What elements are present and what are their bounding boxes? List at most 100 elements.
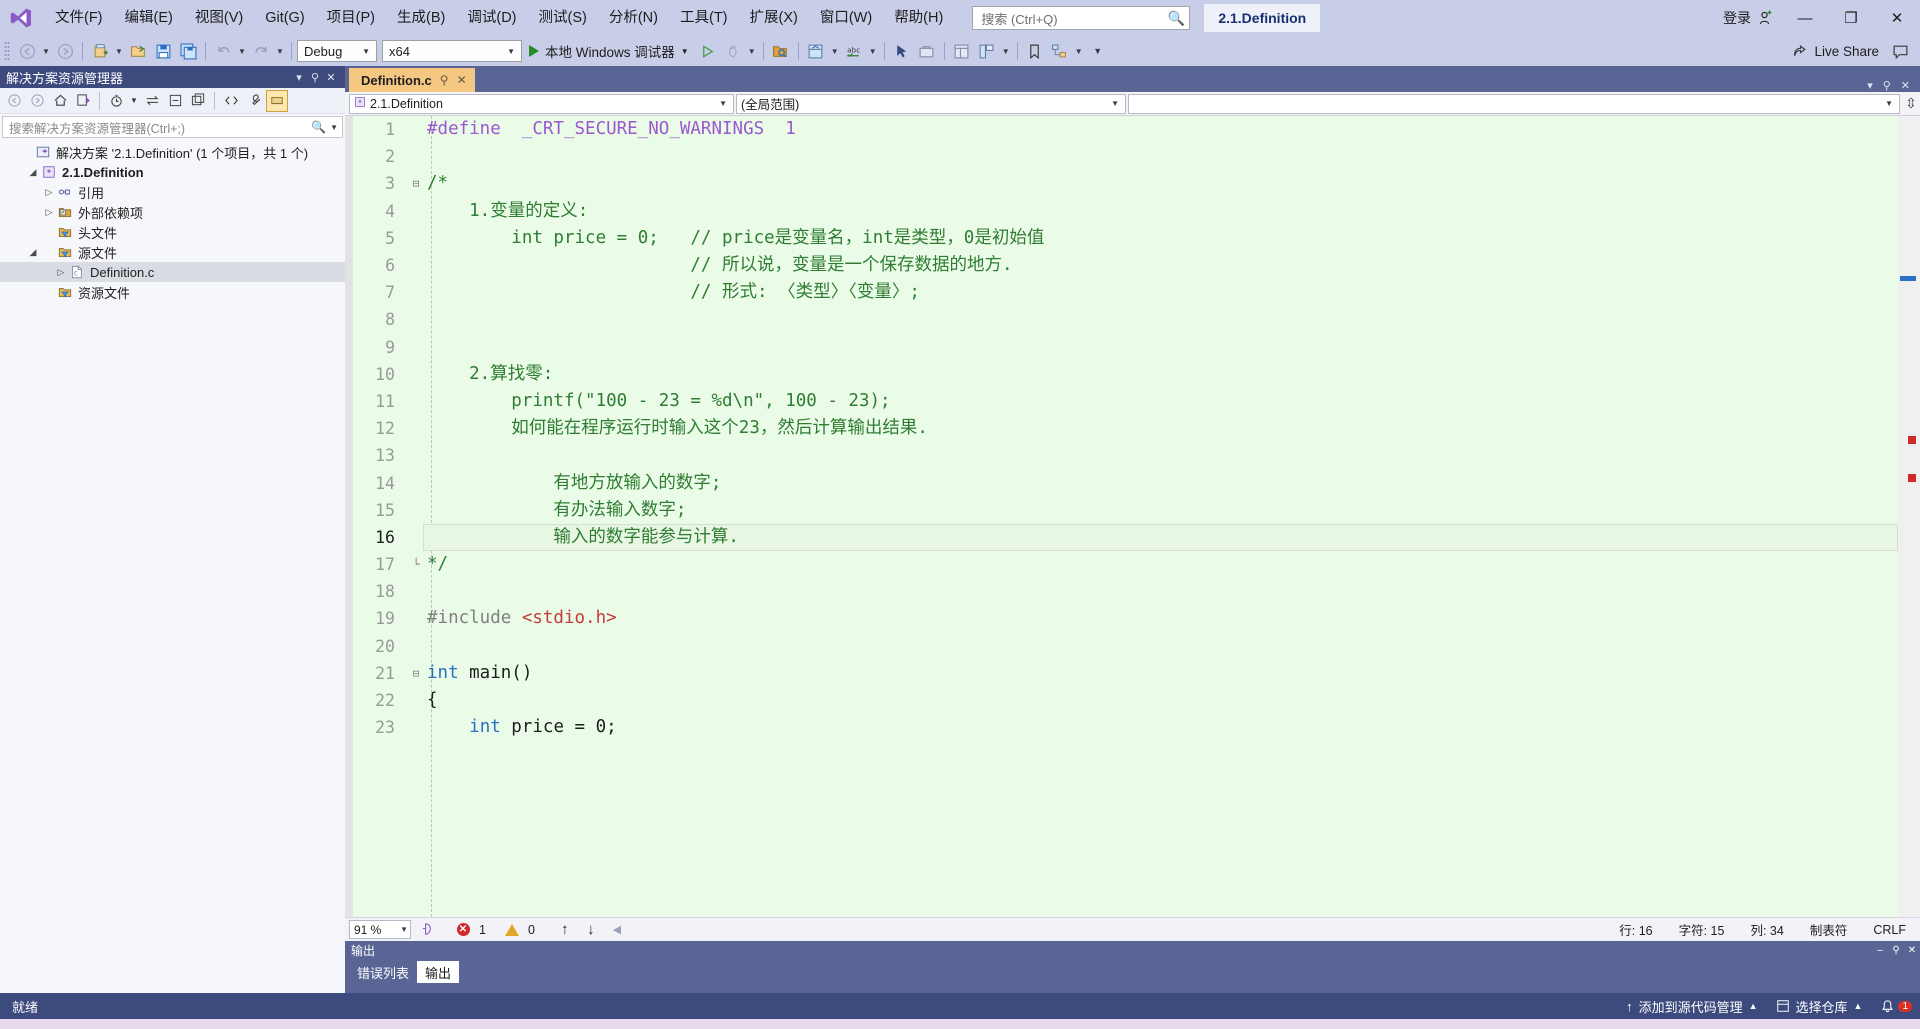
toolbox-icon[interactable]	[915, 39, 939, 63]
pin-icon[interactable]: ⚲	[307, 71, 323, 84]
toolbar-overflow-icon[interactable]: ▼	[1086, 39, 1110, 63]
scroll-thumb[interactable]	[1900, 276, 1916, 281]
search-icon[interactable]: 🔍	[311, 120, 326, 134]
sign-in-button[interactable]: 登录	[1713, 8, 1782, 28]
tree-node-source-files[interactable]: ◢ 源文件	[0, 242, 345, 262]
tree-node-header-files[interactable]: ▷ 头文件	[0, 222, 345, 242]
navigate-forward-button[interactable]	[53, 39, 77, 63]
split-editor-icon[interactable]: ⇳	[1902, 95, 1920, 112]
code-line-current[interactable]: 16 输入的数字能参与计算.	[353, 523, 1898, 551]
view-code-icon[interactable]	[220, 90, 242, 112]
feedback-icon[interactable]	[1888, 39, 1912, 63]
code-line[interactable]: 7 // 形式: 〈类型〉〈变量〉;	[353, 279, 1898, 306]
comment-icon[interactable]: abc	[842, 39, 866, 63]
new-project-dropdown-icon[interactable]: ▼	[113, 39, 125, 63]
select-repository-button[interactable]: 选择仓库 ▲	[1776, 997, 1862, 1016]
solution-title-tab[interactable]: 2.1.Definition	[1204, 4, 1321, 32]
properties-window-icon[interactable]	[950, 39, 974, 63]
menu-item-project[interactable]: 项目(P)	[316, 5, 386, 31]
live-share-button[interactable]: Live Share	[1783, 43, 1887, 60]
code-line[interactable]: 1 #define _CRT_SECURE_NO_WARNINGS 1	[353, 116, 1898, 143]
menu-item-window[interactable]: 窗口(W)	[809, 5, 883, 31]
properties-icon[interactable]	[243, 90, 265, 112]
editor-pin-icon[interactable]: ⚲	[1883, 79, 1891, 92]
intellisense-icon[interactable]	[417, 922, 437, 937]
code-line[interactable]: 5 int price = 0; // price是变量名，int是类型，0是初…	[353, 225, 1898, 252]
toolbar-grip[interactable]	[4, 40, 14, 62]
navbar-project-combo[interactable]: 2.1.Definition ▼	[349, 93, 734, 114]
code-line[interactable]: 15 有办法输入数字;	[353, 497, 1898, 524]
redo-icon[interactable]	[249, 39, 273, 63]
close-icon[interactable]: ✕	[457, 73, 467, 87]
close-icon[interactable]: ✕	[323, 71, 339, 84]
tree-node-project[interactable]: ◢ 2.1.Definition	[0, 162, 345, 182]
code-lines[interactable]: 1 #define _CRT_SECURE_NO_WARNINGS 1 2 3 ⊟ /…	[353, 116, 1898, 917]
code-line[interactable]: 8	[353, 306, 1898, 333]
pending-changes-dropdown-icon[interactable]: ▼	[128, 89, 140, 113]
code-line[interactable]: 23 int price = 0;	[353, 714, 1898, 741]
code-line[interactable]: 10 2.算找零:	[353, 361, 1898, 388]
save-all-icon[interactable]	[176, 39, 200, 63]
back-icon[interactable]	[3, 90, 25, 112]
code-editor[interactable]: 1 #define _CRT_SECURE_NO_WARNINGS 1 2 3 ⊟ /…	[345, 116, 1920, 917]
open-file-icon[interactable]	[126, 39, 150, 63]
navigate-backward-dropdown-icon[interactable]: ▼	[40, 39, 52, 63]
tree-node-definition-c[interactable]: ▷ C Definition.c	[0, 262, 345, 282]
code-line[interactable]: 17 └ */	[353, 551, 1898, 578]
code-line[interactable]: 22 {	[353, 687, 1898, 714]
show-all-files-icon[interactable]	[187, 90, 209, 112]
save-icon[interactable]	[151, 39, 175, 63]
start-debugging-button[interactable]: 本地 Windows 调试器 ▼	[523, 39, 695, 63]
preview-selected-items-icon[interactable]	[266, 89, 288, 112]
forward-icon[interactable]	[26, 90, 48, 112]
code-line[interactable]: 9	[353, 334, 1898, 361]
global-search-input[interactable]: 搜索 (Ctrl+Q) 🔍	[972, 6, 1191, 30]
menu-item-help[interactable]: 帮助(H)	[883, 5, 954, 31]
error-marker[interactable]	[1908, 436, 1916, 444]
add-to-source-control-button[interactable]: ↑ 添加到源代码管理 ▲	[1626, 997, 1757, 1016]
code-line[interactable]: 14 有地方放输入的数字;	[353, 469, 1898, 496]
start-without-debugging-icon[interactable]	[696, 39, 720, 63]
home-icon[interactable]	[49, 90, 71, 112]
bookmark-icon[interactable]	[1023, 39, 1047, 63]
code-line[interactable]: 20	[353, 633, 1898, 660]
code-line[interactable]: 12 如何能在程序运行时输入这个23，然后计算输出结果.	[353, 415, 1898, 442]
code-line[interactable]: 18	[353, 578, 1898, 605]
error-marker[interactable]	[1908, 474, 1916, 482]
tree-node-solution[interactable]: ▶ 解决方案 '2.1.Definition' (1 个项目，共 1 个)	[0, 142, 345, 162]
sync-with-active-document-icon[interactable]	[141, 90, 163, 112]
menu-item-edit[interactable]: 编辑(E)	[114, 5, 184, 31]
menu-item-analyze[interactable]: 分析(N)	[598, 5, 669, 31]
chevron-down-icon[interactable]: ▼	[326, 123, 338, 132]
tree-node-resource-files[interactable]: ▷ 资源文件	[0, 282, 345, 302]
menu-item-extensions[interactable]: 扩展(X)	[739, 5, 809, 31]
editor-scrollbar-map[interactable]	[1898, 116, 1920, 917]
expander-open-icon[interactable]: ◢	[26, 167, 40, 178]
window-layout-icon[interactable]	[804, 39, 828, 63]
undo-dropdown-icon[interactable]: ▼	[236, 39, 248, 63]
menu-item-view[interactable]: 视图(V)	[184, 5, 254, 31]
minimize-button[interactable]: —	[1782, 0, 1828, 36]
menu-item-test[interactable]: 测试(S)	[528, 5, 598, 31]
next-issue-icon[interactable]: ↓	[581, 921, 601, 938]
fold-end-glyph[interactable]: └	[409, 558, 423, 571]
solution-platform-combo[interactable]: x64 ▼	[382, 40, 522, 62]
navbar-member-combo[interactable]: ▼	[1128, 93, 1900, 114]
document-tab-definition-c[interactable]: Definition.c ⚲ ✕	[349, 68, 475, 92]
solution-configuration-combo[interactable]: Debug ▼	[297, 40, 377, 62]
editor-close-icon[interactable]: ✕	[1901, 79, 1910, 92]
switch-views-icon[interactable]	[72, 90, 94, 112]
collapse-all-icon[interactable]	[164, 90, 186, 112]
pin-icon[interactable]: ⚲	[1888, 945, 1904, 956]
tree-node-references[interactable]: ▷ 引用	[0, 182, 345, 202]
code-line[interactable]: 19 #include <stdio.h>	[353, 605, 1898, 632]
solution-explorer-search-icon[interactable]	[769, 39, 793, 63]
fold-collapse-glyph[interactable]: ⊟	[409, 177, 423, 190]
navbar-scope-combo[interactable]: (全局范围) ▼	[736, 93, 1126, 114]
code-line[interactable]: 6 // 所以说，变量是一个保存数据的地方.	[353, 252, 1898, 279]
new-project-icon[interactable]	[88, 39, 112, 63]
hot-reload-dropdown-icon[interactable]: ▼	[746, 39, 758, 63]
menu-item-file[interactable]: 文件(F)	[44, 5, 114, 31]
menu-item-build[interactable]: 生成(B)	[386, 5, 456, 31]
expander-closed-icon[interactable]: ▷	[54, 267, 68, 278]
